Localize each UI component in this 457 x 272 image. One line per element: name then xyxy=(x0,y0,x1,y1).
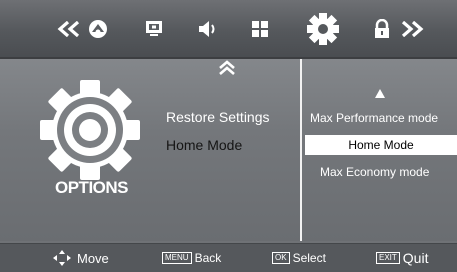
speaker-icon[interactable] xyxy=(196,0,220,57)
hint-move-label: Move xyxy=(77,250,109,266)
grid-icon[interactable] xyxy=(248,0,272,57)
divider xyxy=(300,59,302,241)
picture-icon[interactable] xyxy=(86,0,110,57)
menu-key: MENU xyxy=(162,252,192,264)
submenu-item-max-economy[interactable]: Max Economy mode xyxy=(320,165,429,179)
hint-move: Move xyxy=(52,244,109,272)
chevron-up-icon[interactable] xyxy=(218,60,236,81)
screen-icon[interactable] xyxy=(143,0,165,57)
hint-select: OK Select xyxy=(272,244,326,272)
hint-quit: EXIT Quit xyxy=(376,244,428,272)
top-menu-bar xyxy=(0,0,457,59)
double-chevron-right-icon[interactable] xyxy=(399,0,425,57)
exit-key: EXIT xyxy=(376,252,400,264)
options-gear-icon xyxy=(34,74,146,186)
submenu-item-max-performance[interactable]: Max Performance mode xyxy=(310,111,438,125)
menu-item-home-mode[interactable]: Home Mode xyxy=(166,137,242,153)
submenu-item-home-mode-selected[interactable]: Home Mode xyxy=(305,135,457,155)
hint-back-label: Back xyxy=(194,251,222,265)
triangle-up-icon[interactable] xyxy=(375,89,385,98)
gear-icon[interactable] xyxy=(304,0,342,57)
double-chevron-left-icon[interactable] xyxy=(56,0,82,57)
lock-icon[interactable] xyxy=(371,0,393,57)
dpad-arrows-icon xyxy=(52,249,72,267)
ok-key: OK xyxy=(272,252,290,264)
hint-select-label: Select xyxy=(292,251,326,265)
bottom-hint-bar: Move MENU Back OK Select EXIT Quit xyxy=(0,243,457,272)
hint-quit-label: Quit xyxy=(402,250,429,266)
menu-item-restore-settings[interactable]: Restore Settings xyxy=(166,109,270,125)
options-title: OPTIONS xyxy=(55,178,129,197)
hint-back: MENU Back xyxy=(162,244,221,272)
